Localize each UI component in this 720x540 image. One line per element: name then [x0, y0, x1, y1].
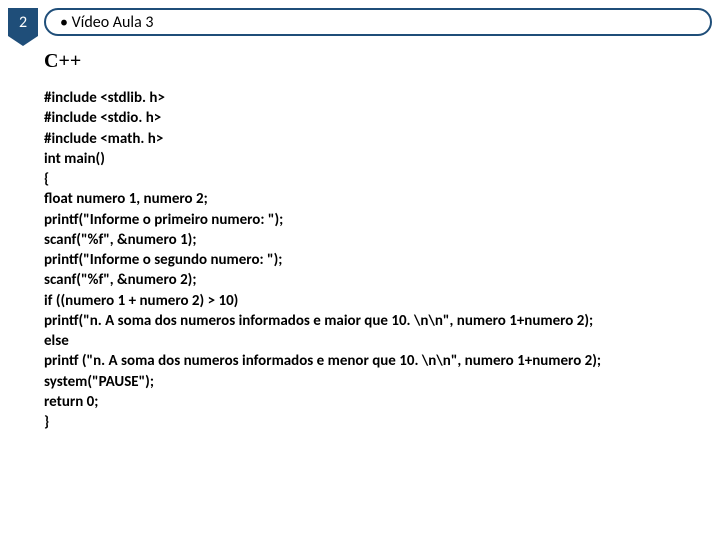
code-line: else — [44, 331, 676, 351]
header-title-text: • Vídeo Aula 3 — [60, 13, 153, 32]
code-line: { — [44, 169, 676, 189]
code-line: #include <stdlib. h> — [44, 88, 676, 108]
code-line: scanf("%f", &numero 2); — [44, 270, 676, 290]
language-subtitle: C++ — [44, 50, 81, 73]
code-line: printf("Informe o segundo numero: "); — [44, 250, 676, 270]
code-block: #include <stdlib. h> #include <stdio. h>… — [44, 88, 676, 432]
code-line: system("PAUSE"); — [44, 372, 676, 392]
code-line: float numero 1, numero 2; — [44, 189, 676, 209]
code-line: } — [44, 412, 676, 432]
header-title-pill: • Vídeo Aula 3 — [44, 8, 712, 36]
code-line: scanf("%f", &numero 1); — [44, 230, 676, 250]
code-line: return 0; — [44, 392, 676, 412]
step-number: 2 — [19, 13, 27, 32]
code-line: printf("Informe o primeiro numero: "); — [44, 210, 676, 230]
step-number-badge: 2 — [8, 8, 38, 36]
code-line: int main() — [44, 149, 676, 169]
code-line: #include <stdio. h> — [44, 108, 676, 128]
code-line: printf("n. A soma dos numeros informados… — [44, 311, 676, 331]
code-line: printf ("n. A soma dos numeros informado… — [44, 351, 676, 371]
code-line: #include <math. h> — [44, 129, 676, 149]
header-row: 2 • Vídeo Aula 3 — [8, 8, 712, 36]
code-line: if ((numero 1 + numero 2) > 10) — [44, 291, 676, 311]
